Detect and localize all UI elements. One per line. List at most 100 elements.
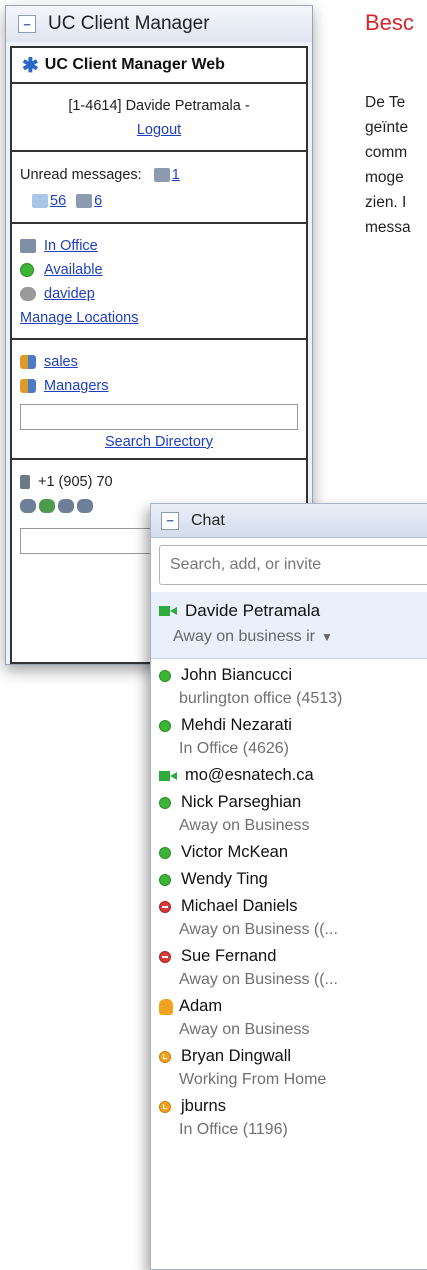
mobile-phone-icon (20, 475, 30, 489)
presence-link[interactable]: Available (44, 262, 103, 278)
doc-line: messa (365, 219, 411, 236)
contact-item[interactable]: Adam Away on Business (151, 993, 427, 1043)
logout-link[interactable]: Logout (20, 118, 298, 142)
contact-name: Nick Parseghian (181, 793, 302, 811)
unread-count: 6 (94, 193, 103, 209)
contact-name-row: Nick Parseghian (159, 791, 427, 814)
unread-section: Unread messages: 1 56 6 (12, 152, 306, 224)
contact-item[interactable]: John Biancucci burlington office (4513) (151, 662, 427, 712)
call-action-icon[interactable] (20, 499, 36, 513)
chat-header: − Chat (151, 504, 427, 538)
user-line: [1-4614] Davide Petramala - (68, 98, 250, 114)
my-name: Davide Petramala (185, 601, 321, 620)
uc-panel-title: UC Client Manager (48, 13, 210, 34)
available-dot-icon (159, 873, 171, 886)
doc-line: moge (365, 169, 404, 186)
dropdown-arrow-icon: ▼ (321, 630, 333, 644)
unread-label: Unread messages: (20, 167, 142, 183)
manage-locations-link[interactable]: Manage Locations (20, 310, 139, 326)
away-dot-icon (159, 1100, 171, 1113)
document-body: De Te geïnte comm moge zien. I messa (365, 90, 427, 240)
call-action-icon[interactable] (77, 499, 93, 513)
contact-name-row: Sue Fernand (159, 945, 427, 968)
doc-line: geïnte (365, 119, 409, 136)
email-icon (32, 194, 48, 209)
doc-line: De Te (365, 94, 406, 111)
contact-status: Working From Home (179, 1070, 327, 1088)
contact-name-row: John Biancucci (159, 664, 427, 687)
uc-logo-icon: ✱ (22, 54, 39, 77)
user-bubble-icon (20, 287, 36, 301)
unread-email-link[interactable]: 56 (20, 193, 66, 209)
chat-panel: − Chat Search, add, or invite Davide Pet… (150, 503, 427, 1270)
chat-search-input[interactable]: Search, add, or invite (159, 545, 427, 585)
contact-status: Away on Business ((... (179, 970, 338, 988)
my-name-row: Davide Petramala (159, 598, 427, 624)
username-link[interactable]: davidep (44, 286, 95, 302)
contact-item[interactable]: Victor McKean (151, 839, 427, 866)
busy-dot-icon (159, 950, 171, 963)
building-icon (20, 239, 36, 253)
contact-item[interactable]: jburns In Office (1196) (151, 1093, 427, 1143)
contact-name: Adam (179, 997, 223, 1015)
uc-web-title-bar: ✱ UC Client Manager Web (12, 48, 306, 84)
group-managers-link[interactable]: Managers (44, 378, 108, 394)
android-icon (159, 998, 173, 1015)
groups-section: sales Managers Search Directory (12, 340, 306, 460)
voicemail-icon (153, 168, 170, 183)
contact-name: John Biancucci (181, 666, 292, 684)
group-icon (20, 379, 36, 393)
uc-web-title: UC Client Manager Web (44, 56, 225, 73)
contact-name-row: Victor McKean (159, 841, 427, 864)
collapse-icon[interactable]: − (18, 15, 36, 33)
contact-name-row: Bryan Dingwall (159, 1045, 427, 1068)
call-action-icon[interactable] (39, 499, 55, 513)
available-dot-icon (159, 846, 171, 859)
contact-name-row: jburns (159, 1095, 427, 1118)
contact-item[interactable]: Mehdi Nezarati In Office (4626) (151, 712, 427, 762)
my-status-text: Away on business ir (173, 628, 315, 645)
contact-name-row: Wendy Ting (159, 868, 427, 891)
user-section: [1-4614] Davide Petramala - Logout (12, 84, 306, 152)
unread-fax-link[interactable]: 6 (76, 193, 102, 209)
contact-status: burlington office (4513) (179, 689, 343, 707)
my-status-selector[interactable]: Away on business ir ▼ (159, 624, 427, 650)
group-sales-link[interactable]: sales (44, 354, 78, 370)
contact-name: mo@esnatech.ca (185, 766, 314, 784)
location-link[interactable]: In Office (44, 238, 98, 254)
search-directory-link[interactable]: Search Directory (105, 434, 213, 450)
uc-panel-header: − UC Client Manager (6, 6, 312, 42)
contact-item[interactable]: Bryan Dingwall Working From Home (151, 1043, 427, 1093)
fax-icon (76, 194, 93, 209)
unread-voicemail-link[interactable]: 1 (153, 167, 180, 183)
unread-count: 56 (50, 193, 67, 209)
contact-item[interactable]: Nick Parseghian Away on Business (151, 789, 427, 839)
contact-item[interactable]: Wendy Ting (151, 866, 427, 893)
contact-name: jburns (181, 1097, 226, 1115)
contact-status: Away on Business (179, 816, 310, 834)
status-section: In Office Available davidep Manage Locat… (12, 224, 306, 340)
available-dot-icon (159, 796, 171, 809)
document-heading: Besc (365, 10, 414, 35)
contact-name-row: mo@esnatech.ca (159, 764, 427, 787)
contact-item[interactable]: Sue Fernand Away on Business ((... (151, 943, 427, 993)
contact-item[interactable]: mo@esnatech.ca (151, 762, 427, 789)
directory-search-input[interactable] (20, 404, 298, 430)
available-dot-icon (159, 669, 171, 682)
contact-name: Mehdi Nezarati (181, 716, 292, 734)
group-icon (20, 355, 36, 369)
my-status-block: Davide Petramala Away on business ir ▼ (151, 592, 427, 659)
contact-name: Michael Daniels (181, 897, 298, 915)
contact-name-row: Michael Daniels (159, 895, 427, 918)
collapse-icon[interactable]: − (161, 511, 179, 530)
contact-name: Victor McKean (181, 843, 288, 861)
chat-title: Chat (191, 511, 225, 529)
contact-status: In Office (1196) (179, 1120, 288, 1138)
video-camera-icon (159, 770, 177, 781)
contact-status: Away on Business ((... (179, 920, 338, 938)
call-action-icon[interactable] (58, 499, 74, 513)
contact-item[interactable]: Michael Daniels Away on Business ((... (151, 893, 427, 943)
available-dot-icon (159, 719, 171, 732)
away-dot-icon (159, 1050, 171, 1063)
contact-list: John Biancucci burlington office (4513) Me… (151, 659, 427, 1143)
